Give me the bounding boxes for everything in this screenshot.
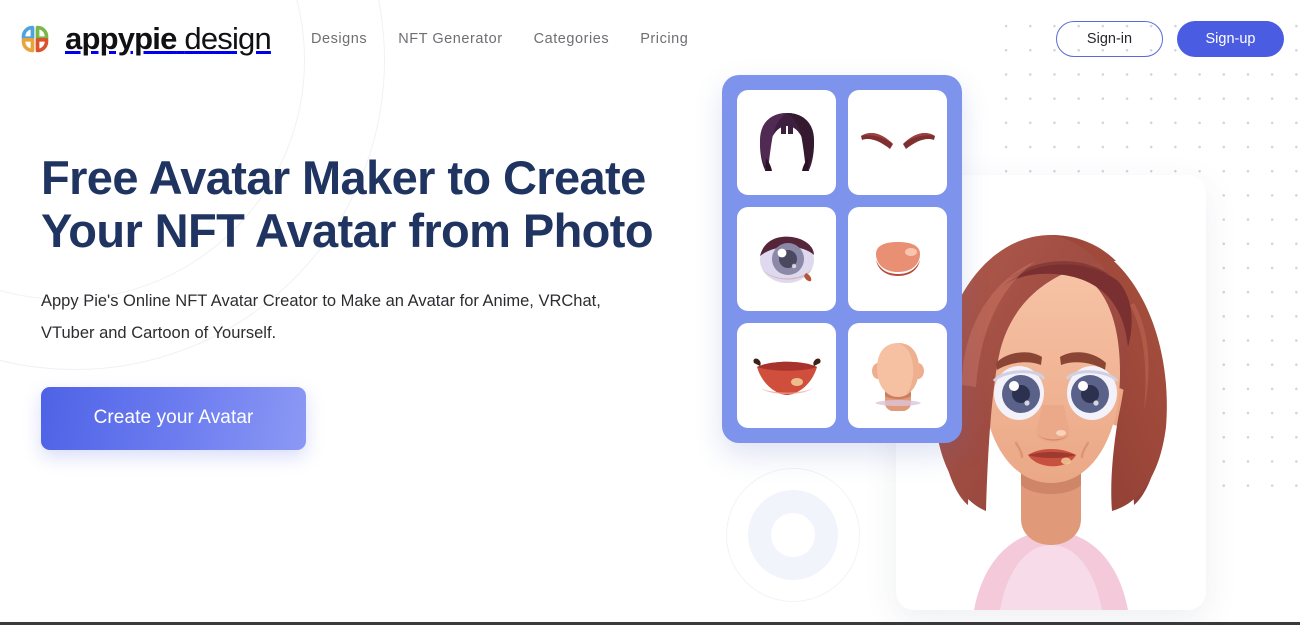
avatar-part-tile-nose[interactable] — [848, 206, 947, 312]
hero-content: Free Avatar Maker to Create Your NFT Ava… — [41, 151, 671, 450]
mouth-icon — [749, 354, 825, 398]
create-avatar-button[interactable]: Create your Avatar — [41, 386, 306, 450]
brand-name-bold: appypie — [65, 21, 177, 56]
avatar-part-tile-hair[interactable] — [737, 90, 836, 195]
appypie-petal-logo-icon — [12, 16, 58, 62]
nav-link-designs[interactable]: Designs — [311, 31, 367, 47]
nose-icon — [870, 240, 926, 278]
page-title-line-2: Your NFT Avatar from Photo — [41, 203, 654, 257]
avatar-part-tile-eye[interactable] — [737, 206, 836, 312]
hero-subtitle: Appy Pie's Online NFT Avatar Creator to … — [41, 292, 601, 343]
page-title: Free Avatar Maker to Create Your NFT Ava… — [41, 151, 671, 257]
eye-icon — [756, 233, 818, 285]
avatar-parts-picker — [722, 75, 962, 443]
nav-link-pricing[interactable]: Pricing — [640, 31, 688, 47]
page-title-line-1: Free Avatar Maker to Create — [41, 151, 646, 204]
brand-name-light: design — [184, 21, 271, 56]
landing-page: appypie design Designs NFT Generator Cat… — [0, 0, 1300, 625]
eyebrows-icon — [858, 127, 938, 157]
nav-link-categories[interactable]: Categories — [534, 31, 610, 47]
hair-icon — [750, 110, 824, 174]
avatar-part-tile-face[interactable] — [848, 323, 947, 428]
brand-name: appypie design — [65, 21, 272, 57]
site-header: appypie design Designs NFT Generator Cat… — [0, 0, 1300, 78]
hero-illustration — [700, 60, 1240, 610]
avatar-part-tile-mouth[interactable] — [737, 323, 836, 428]
sign-up-button[interactable]: Sign-up — [1177, 21, 1284, 57]
nav-link-nft-generator[interactable]: NFT Generator — [398, 31, 502, 47]
brand-logo[interactable]: appypie design — [12, 16, 272, 62]
sign-in-button[interactable]: Sign-in — [1056, 21, 1163, 57]
face-shape-icon — [867, 341, 929, 411]
main-nav: Designs NFT Generator Categories Pricing — [311, 31, 688, 47]
auth-buttons: Sign-in Sign-up — [1056, 21, 1284, 57]
avatar-part-tile-eyebrows[interactable] — [848, 90, 947, 195]
